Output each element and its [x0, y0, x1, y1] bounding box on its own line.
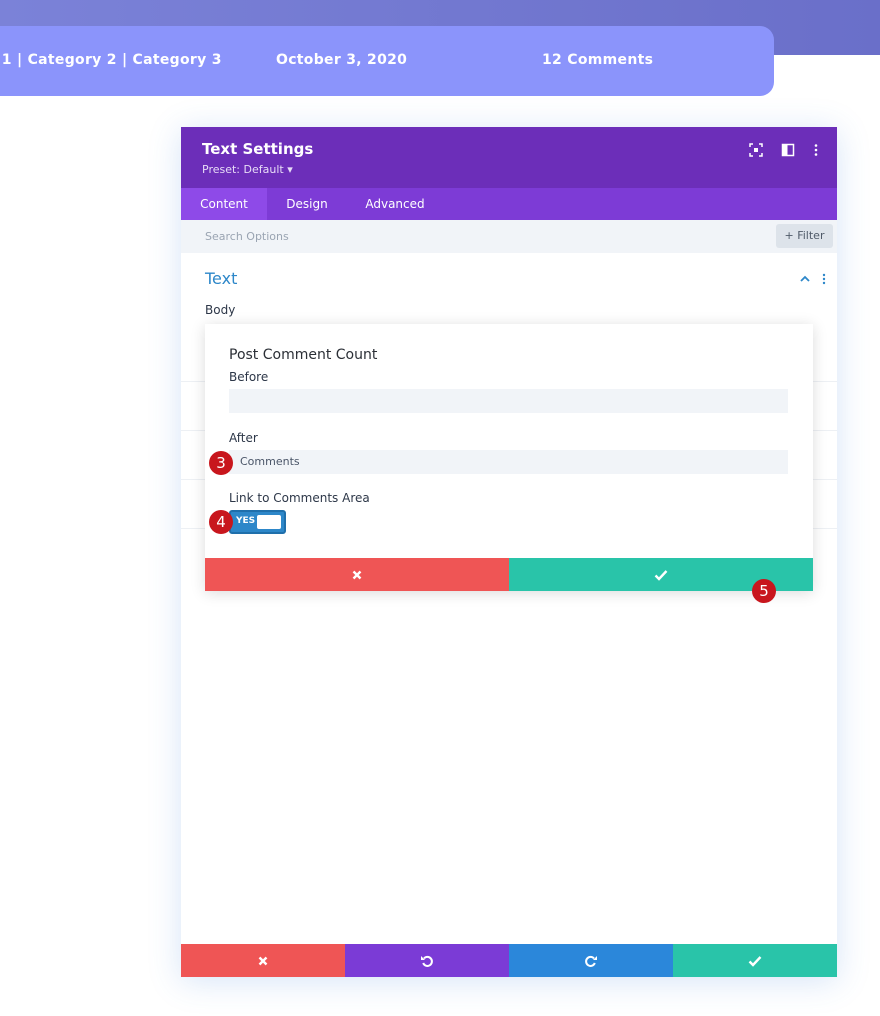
before-input[interactable]: [229, 389, 788, 413]
body-field-label: Body: [205, 303, 235, 317]
toggle-knob: [257, 515, 281, 529]
post-comment-count[interactable]: 12 Comments: [542, 52, 653, 68]
step-badge-5: 5: [752, 579, 776, 603]
modal-footer: [181, 944, 837, 977]
post-categories[interactable]: ry 1 | Category 2 | Category 3: [0, 52, 222, 68]
filter-button[interactable]: + Filter: [776, 224, 833, 248]
post-comment-count-popup: Post Comment Count Before After Comments…: [205, 324, 813, 591]
discard-button[interactable]: [181, 944, 345, 977]
redo-icon: [584, 954, 598, 968]
split-view-icon[interactable]: [781, 143, 795, 157]
link-comments-toggle[interactable]: YES: [229, 510, 286, 534]
undo-icon: [420, 954, 434, 968]
tab-content[interactable]: Content: [181, 188, 267, 220]
preset-selector[interactable]: Preset: Default ▾: [202, 163, 293, 176]
popup-title: Post Comment Count: [229, 347, 377, 363]
popup-cancel-button[interactable]: [205, 558, 509, 591]
modal-header: Text Settings Preset: Default ▾: [181, 127, 837, 188]
toggle-state-label: YES: [236, 516, 255, 526]
before-label: Before: [229, 370, 268, 384]
step-badge-4: 4: [209, 510, 233, 534]
undo-button[interactable]: [345, 944, 509, 977]
step-badge-3: 3: [209, 451, 233, 475]
save-button[interactable]: [673, 944, 837, 977]
more-options-icon[interactable]: [809, 143, 823, 157]
modal-title: Text Settings: [202, 140, 313, 158]
link-to-comments-label: Link to Comments Area: [229, 491, 370, 505]
after-label: After: [229, 431, 258, 445]
checkmark-icon: [654, 569, 668, 581]
post-date: October 3, 2020: [276, 52, 407, 68]
fullscreen-icon[interactable]: [749, 143, 763, 157]
tab-design[interactable]: Design: [267, 188, 347, 220]
section-menu-icon[interactable]: [819, 273, 829, 285]
search-input[interactable]: Search Options: [205, 230, 289, 243]
text-section-title[interactable]: Text: [205, 269, 237, 288]
after-input[interactable]: Comments: [229, 450, 788, 474]
close-icon: [351, 569, 363, 581]
post-meta-bar: ry 1 | Category 2 | Category 3 October 3…: [0, 26, 774, 96]
tab-advanced[interactable]: Advanced: [347, 188, 443, 220]
close-icon: [257, 955, 269, 967]
checkmark-icon: [748, 955, 762, 967]
settings-tabs: Content Design Advanced: [181, 188, 837, 220]
search-options-bar: Search Options + Filter: [181, 220, 837, 253]
redo-button[interactable]: [509, 944, 673, 977]
chevron-up-icon[interactable]: [799, 273, 811, 285]
